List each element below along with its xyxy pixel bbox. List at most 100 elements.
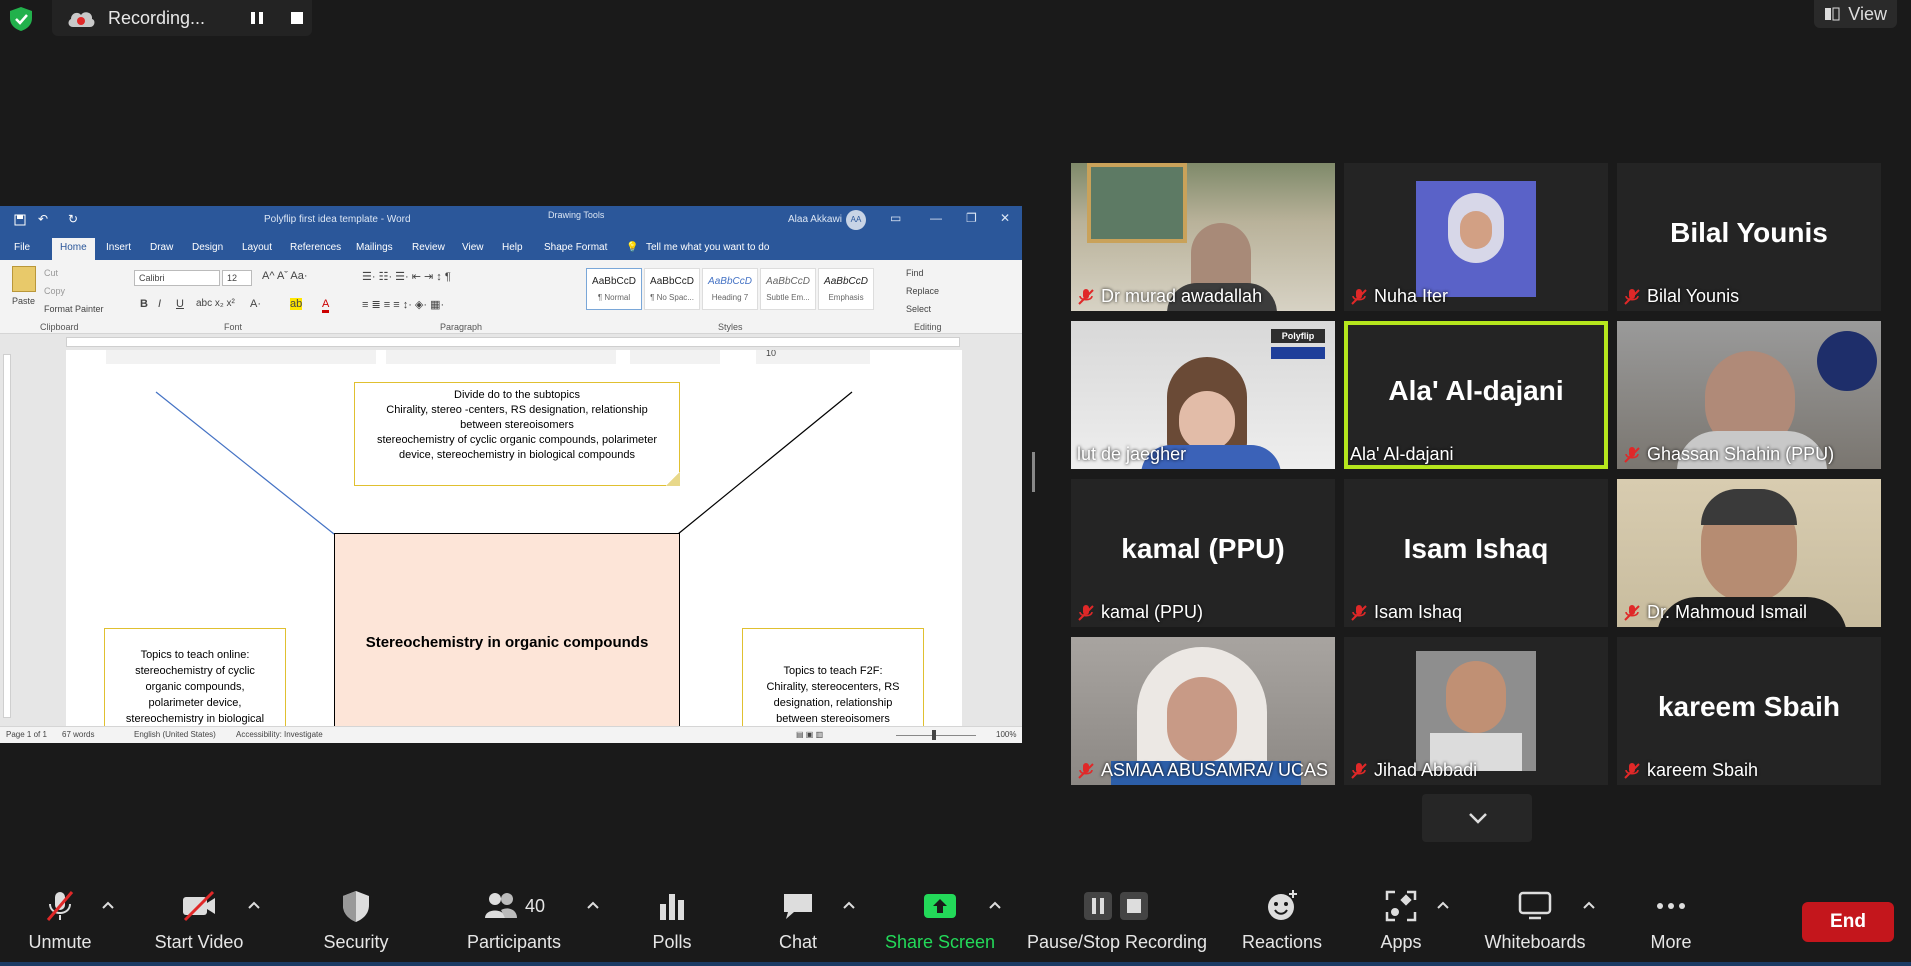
horizontal-ruler[interactable] [0, 334, 1022, 350]
font-size-select[interactable]: 12 [222, 270, 252, 286]
tab-view[interactable]: View [462, 242, 484, 253]
participant-name: Ala' Al-dajani [1350, 444, 1454, 464]
underline-icon[interactable]: U [176, 298, 184, 310]
vertical-ruler[interactable] [0, 350, 14, 722]
font-name-select[interactable]: Calibri [134, 270, 220, 286]
audio-options-caret-icon[interactable] [101, 900, 115, 910]
text-effects-icon[interactable]: A· [250, 298, 261, 310]
pause-recording-icon[interactable] [248, 9, 266, 27]
video-tile[interactable]: Dr murad awadallah [1071, 163, 1335, 311]
ribbon-display-icon[interactable]: ▭ [890, 211, 901, 225]
video-tile[interactable]: Polyflip lut de jaegher [1071, 321, 1335, 469]
tab-design[interactable]: Design [192, 242, 223, 253]
view-mode-icons[interactable]: ▤ ▣ ▥ [796, 730, 823, 739]
pause-stop-label: Pause/Stop Recording [1026, 932, 1208, 952]
tab-shape-format[interactable]: Shape Format [544, 242, 607, 253]
list-icons[interactable]: ☰· ☷· ☰· ⇤ ⇥ ↕ ¶ [362, 270, 451, 283]
pause-stop-recording-button[interactable]: Pause/Stop Recording [1024, 886, 1210, 953]
style-no-spacing[interactable]: AaBbCcD ¶ No Spac... [644, 268, 700, 310]
copy-button[interactable]: Copy [44, 286, 65, 296]
tab-mailings[interactable]: Mailings [356, 242, 393, 253]
tell-me-search[interactable]: Tell me what you want to do [646, 242, 769, 253]
share-caret-icon[interactable] [988, 900, 1002, 910]
replace-button[interactable]: Replace [906, 286, 939, 296]
status-accessibility[interactable]: Accessibility: Investigate [236, 730, 323, 739]
video-tile[interactable]: Isam Ishaq Isam Ishaq [1344, 479, 1608, 627]
status-language[interactable]: English (United States) [134, 730, 216, 739]
tab-help[interactable]: Help [502, 242, 523, 253]
tab-file[interactable]: File [14, 242, 30, 253]
tab-home[interactable]: Home [52, 238, 95, 260]
main-topic-box[interactable]: Stereochemistry in organic compounds [334, 533, 680, 731]
video-tile[interactable]: Bilal Younis Bilal Younis [1617, 163, 1881, 311]
style-heading-7[interactable]: AaBbCcD Heading 7 [702, 268, 758, 310]
security-button[interactable]: Security [316, 886, 396, 953]
status-page[interactable]: Page 1 of 1 [6, 730, 47, 739]
zoom-slider[interactable] [932, 730, 936, 740]
minimize-icon[interactable]: — [930, 211, 942, 225]
tab-layout[interactable]: Layout [242, 242, 272, 253]
video-tile-active-speaker[interactable]: Ala' Al-dajani Ala' Al-dajani [1344, 321, 1608, 469]
video-tile[interactable]: ASMAA ABUSAMRA/ UCAS [1071, 637, 1335, 785]
redo-icon[interactable]: ↻ [68, 212, 78, 226]
reactions-button[interactable]: Reactions [1240, 886, 1324, 953]
video-tile[interactable]: Dr. Mahmoud Ismail [1617, 479, 1881, 627]
apps-caret-icon[interactable] [1436, 900, 1450, 910]
tab-references[interactable]: References [290, 242, 341, 253]
participants-button[interactable]: 40 Participants [458, 886, 570, 953]
close-icon[interactable]: ✕ [1000, 211, 1010, 225]
participants-caret-icon[interactable] [586, 900, 600, 910]
italic-icon[interactable]: I [158, 298, 161, 310]
tab-review[interactable]: Review [412, 242, 445, 253]
start-video-button[interactable]: Start Video [148, 886, 250, 953]
video-options-caret-icon[interactable] [247, 900, 261, 910]
tab-draw[interactable]: Draw [150, 242, 173, 253]
grow-font-icon[interactable]: A^ Aˇ Aa· [262, 270, 308, 282]
unmute-button[interactable]: Unmute [20, 886, 100, 953]
font-color-icon[interactable]: A [322, 298, 330, 313]
style-subtle-emphasis[interactable]: AaBbCcD Subtle Em... [760, 268, 816, 310]
save-icon[interactable] [14, 214, 26, 226]
next-page-button[interactable] [1422, 794, 1532, 842]
status-words[interactable]: 67 words [62, 730, 94, 739]
video-tile[interactable]: Ghassan Shahin (PPU) [1617, 321, 1881, 469]
video-tile[interactable]: Nuha Iter [1344, 163, 1608, 311]
style-normal[interactable]: AaBbCcD ¶ Normal [586, 268, 642, 310]
video-tile[interactable]: kareem Sbaih kareem Sbaih [1617, 637, 1881, 785]
subtopics-box[interactable]: Divide do to the subtopics Chirality, st… [354, 382, 680, 486]
tab-insert[interactable]: Insert [106, 242, 131, 253]
align-icons[interactable]: ≡ ≣ ≡ ≡ ↕· ◈· ▦· [362, 298, 444, 311]
video-tile[interactable]: Jihad Abbadi [1344, 637, 1608, 785]
panel-splitter[interactable] [1032, 452, 1035, 492]
document-page[interactable]: 10 Divide do to the subtopics Chirality,… [66, 350, 962, 731]
online-topics-box[interactable]: Topics to teach online: stereochemistry … [104, 628, 286, 731]
security-shield-icon[interactable] [8, 6, 34, 32]
cut-button[interactable]: Cut [44, 268, 58, 278]
f2f-topics-box[interactable]: Topics to teach F2F: Chirality, stereoce… [742, 628, 924, 731]
whiteboards-caret-icon[interactable] [1582, 900, 1596, 910]
paste-label[interactable]: Paste [12, 296, 35, 306]
strike-sub-super-icons[interactable]: abc x₂ x² [196, 298, 235, 309]
bold-icon[interactable]: B [140, 298, 148, 310]
video-tile[interactable]: kamal (PPU) kamal (PPU) [1071, 479, 1335, 627]
polls-button[interactable]: Polls [632, 886, 712, 953]
restore-icon[interactable]: ❐ [966, 211, 977, 225]
style-emphasis[interactable]: AaBbCcD Emphasis [818, 268, 874, 310]
find-button[interactable]: Find [906, 268, 924, 278]
chat-caret-icon[interactable] [842, 900, 856, 910]
chat-button[interactable]: Chat [758, 886, 838, 953]
paste-icon[interactable] [12, 266, 36, 292]
end-meeting-button[interactable]: End [1802, 902, 1894, 942]
more-button[interactable]: More [1632, 886, 1710, 953]
format-painter-button[interactable]: Format Painter [44, 304, 104, 314]
view-button[interactable]: View [1814, 0, 1897, 28]
select-button[interactable]: Select [906, 304, 931, 314]
share-screen-button[interactable]: Share Screen [880, 886, 1000, 953]
highlight-icon[interactable]: ab [290, 298, 303, 310]
user-avatar[interactable]: AA [846, 210, 866, 230]
stop-recording-icon[interactable] [288, 9, 306, 27]
apps-button[interactable]: Apps [1362, 886, 1440, 953]
undo-icon[interactable]: ↶ [38, 212, 48, 226]
status-zoom[interactable]: 100% [996, 730, 1016, 739]
whiteboards-button[interactable]: Whiteboards [1476, 886, 1594, 953]
